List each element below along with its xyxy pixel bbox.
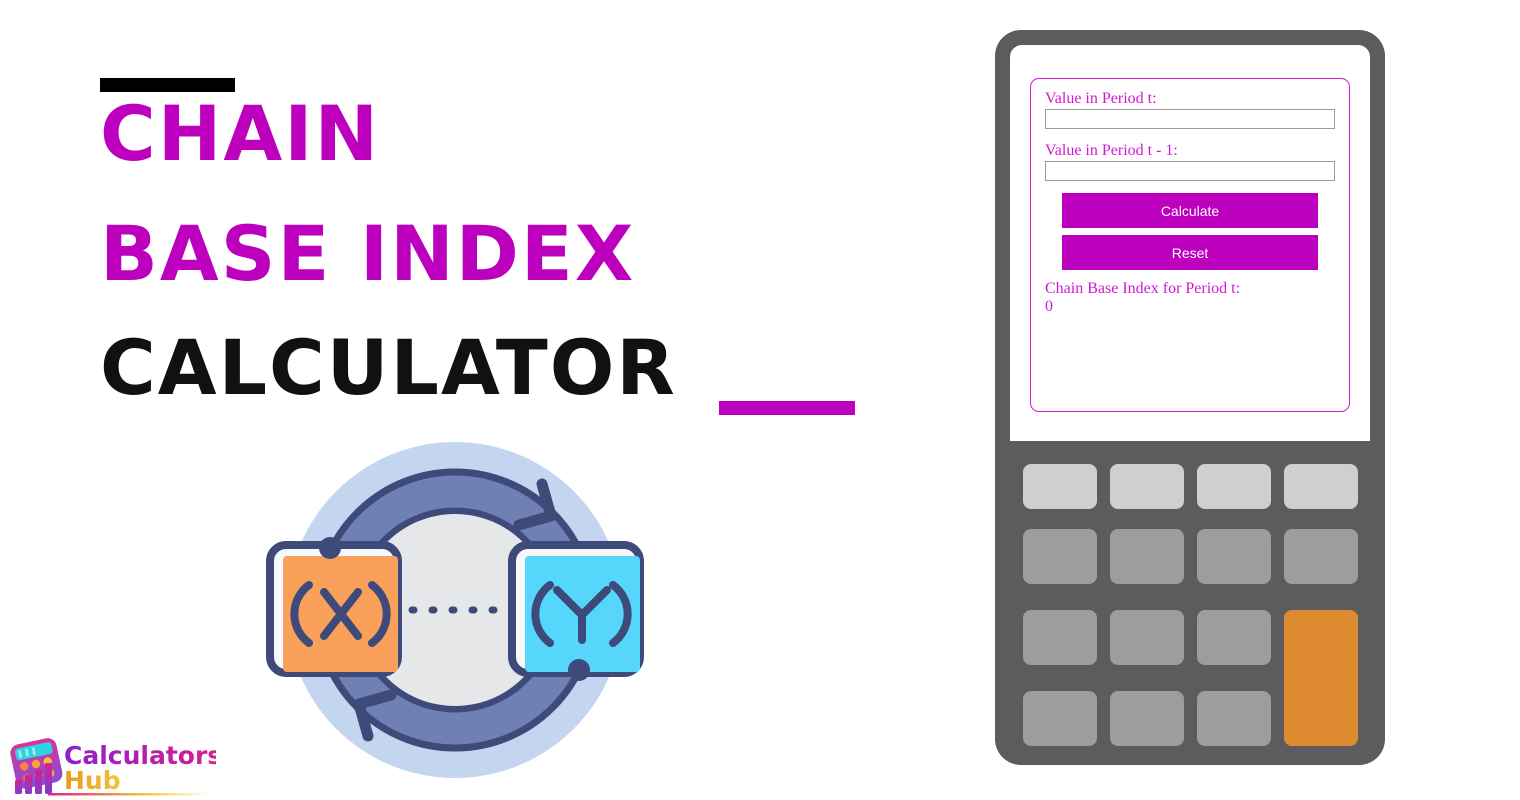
value-period-t-label: Value in Period t: [1045,90,1157,107]
title-block: CHAIN BASE INDEX CALCULATOR [0,0,960,440]
brand-name-part2: Hub [64,766,121,795]
title-bottom-rule [719,401,855,415]
keypad-key-equals-accent[interactable] [1284,610,1358,746]
calculator-device: Value in Period t: Value in Period t - 1… [995,30,1385,765]
exchange-cycle-illustration [252,440,672,780]
keypad-key-r4c2[interactable] [1110,691,1184,746]
keypad-key-r1c3[interactable] [1197,464,1271,509]
keypad-key-r2c3[interactable] [1197,529,1271,584]
chain-base-index-form: Value in Period t: Value in Period t - 1… [1030,78,1350,412]
page-title-line-3: CALCULATOR [100,323,677,412]
value-period-t-minus-1-label: Value in Period t - 1: [1045,142,1178,159]
keypad-key-r3c1[interactable] [1023,610,1097,665]
value-period-t-input[interactable] [1045,109,1335,129]
page-title-line-1: CHAIN [100,89,381,178]
brand-logo[interactable]: Calculators Hub [6,736,216,798]
keypad-key-r3c3[interactable] [1197,610,1271,665]
keypad-key-r1c1[interactable] [1023,464,1097,509]
illustration-card-x [266,537,402,677]
page-title-line-2: BASE INDEX [100,209,636,298]
keypad-key-r3c2[interactable] [1110,610,1184,665]
keypad-key-r4c1[interactable] [1023,691,1097,746]
keypad-key-r1c2[interactable] [1110,464,1184,509]
keypad-key-r1c4[interactable] [1284,464,1358,509]
keypad-key-r2c2[interactable] [1110,529,1184,584]
illustration-card-y [508,541,644,681]
brand-underline [48,793,208,796]
result-value: 0 [1045,298,1053,316]
calculator-keypad [1023,464,1358,756]
value-period-t-minus-1-input[interactable] [1045,161,1335,181]
result-label: Chain Base Index for Period t: [1045,280,1241,297]
keypad-key-r2c1[interactable] [1023,529,1097,584]
keypad-key-r4c3[interactable] [1197,691,1271,746]
calculator-screen: Value in Period t: Value in Period t - 1… [1010,45,1370,441]
calculate-button[interactable]: Calculate [1062,193,1318,228]
keypad-key-r2c4[interactable] [1284,529,1358,584]
reset-button[interactable]: Reset [1062,235,1318,270]
